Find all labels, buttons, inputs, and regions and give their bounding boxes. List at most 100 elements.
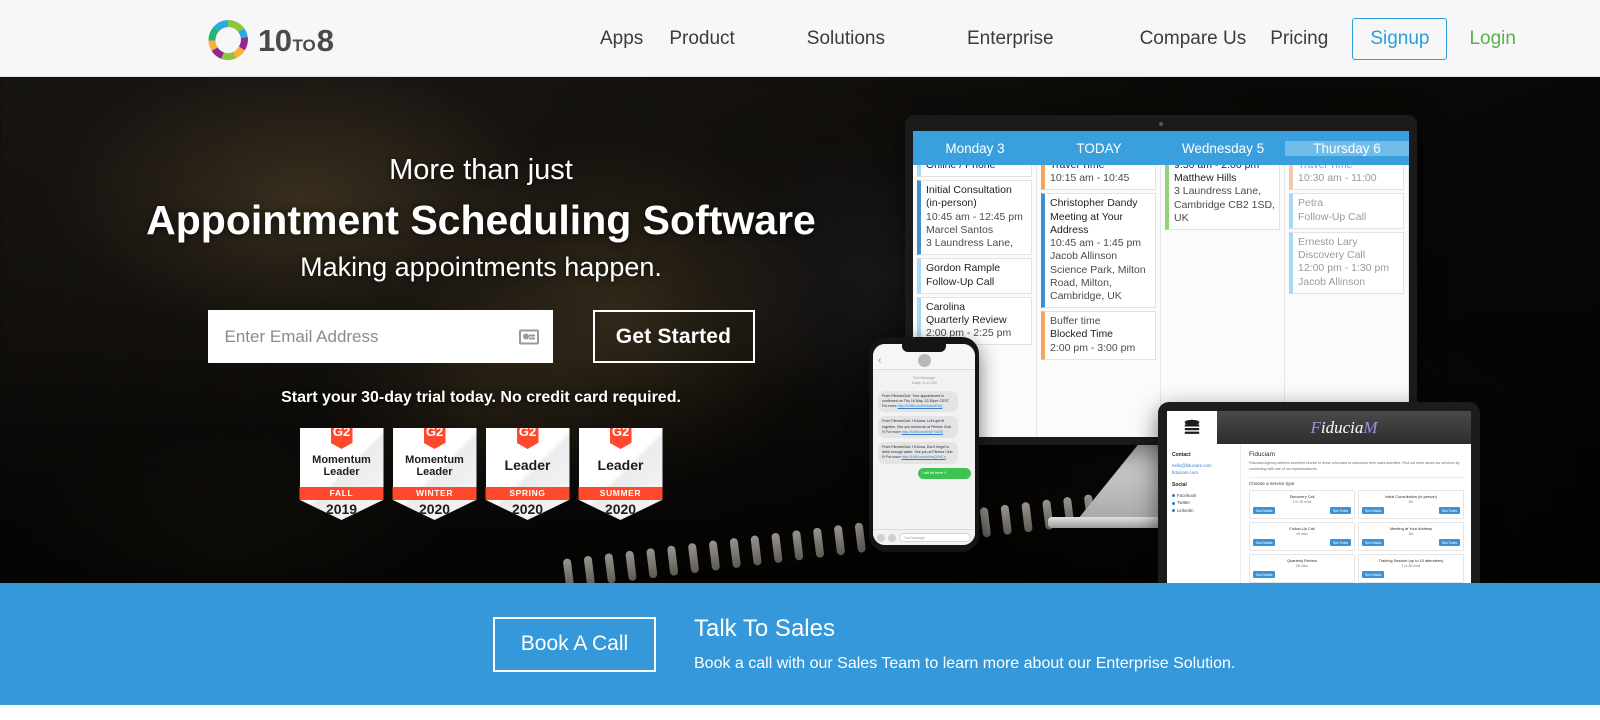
service-actions: See Details <box>1253 571 1351 579</box>
g2-logo-icon: G2 <box>609 428 632 450</box>
service-actions: See Details See Times <box>1362 539 1460 547</box>
sms-bubble-incoming: From FitnessClub: Hi Anna, Don't forget … <box>878 442 958 464</box>
event-title: Discovery Call <box>1298 249 1366 262</box>
calendar-event[interactable]: Ernesto Lary Discovery Call 12:00 pm - 1… <box>1289 231 1404 294</box>
g2-badge-row: G2 Momentum Leader FALL 2019 G2 Momentum… <box>0 428 962 521</box>
service-card[interactable]: Follow-Up Call 45 mins See Details See T… <box>1249 522 1355 552</box>
nav-item-apps[interactable]: Apps <box>600 28 643 50</box>
calendar-header-row: Monday 3 TODAY Wednesday 5 Thursday 6 <box>913 131 1409 165</box>
back-chevron-icon[interactable]: ‹ <box>878 356 881 366</box>
booking-page-header: FiduciaM <box>1167 411 1471 444</box>
badge-title: Leader <box>597 457 644 474</box>
page-bottom-strip <box>0 705 1600 720</box>
badge-season: SPRING <box>485 487 570 501</box>
phone-screen: ‹ Text Message Today 11:13 AM From Fitne… <box>873 344 975 545</box>
login-link[interactable]: Login <box>1469 28 1516 50</box>
service-card[interactable]: Meeting at Your Address 2hr See Details … <box>1358 522 1464 552</box>
sms-bubble-outgoing: I will be there !! <box>917 467 971 479</box>
hero-content: More than just Appointment Scheduling So… <box>0 77 962 521</box>
camera-icon[interactable] <box>877 533 885 542</box>
see-details-button[interactable]: See Details <box>1362 507 1385 515</box>
see-times-button[interactable]: See Times <box>1438 507 1460 515</box>
social-link-twitter[interactable]: Twitter <box>1172 499 1235 506</box>
calendar-event[interactable]: 9:30 am - 2:00 pm Matthew Hills 3 Laundr… <box>1165 165 1280 231</box>
service-card[interactable]: Initial Consultation (in-person) 2hr See… <box>1358 490 1464 520</box>
signup-button[interactable]: Signup <box>1352 17 1448 60</box>
contact-heading: Contact <box>1172 452 1191 458</box>
badge-year: 2020 <box>604 501 637 518</box>
g2-logo-icon: G2 <box>423 428 446 450</box>
see-details-button[interactable]: See Details <box>1362 539 1385 547</box>
nav-item-product[interactable]: Product <box>669 28 734 50</box>
logo-to: TO <box>292 35 316 55</box>
service-actions: See Details See Times <box>1253 507 1351 515</box>
sms-bubble-incoming: From FitnessClub: Hi Anna, Let's get fit… <box>878 416 958 438</box>
see-times-button[interactable]: See Times <box>1329 507 1351 515</box>
facebook-icon <box>1172 494 1175 498</box>
see-details-button[interactable]: See Details <box>1362 571 1385 579</box>
calendar-body: Online / Phone Initial Consultation (in-… <box>913 165 1409 437</box>
calendar-event[interactable]: Travel Time 10:15 am - 10:45 <box>1041 165 1156 191</box>
see-times-button[interactable]: See Times <box>1438 539 1460 547</box>
sms-timestamp: Text Message Today 11:13 AM <box>911 376 937 386</box>
cta-text-block: Talk To Sales Book a call with our Sales… <box>694 615 1235 673</box>
booking-sidebar: Contact hello@fiduciam.com fiduciam.com … <box>1167 444 1241 583</box>
brand-name: FiduciaM <box>1310 417 1378 437</box>
badge-year: 2020 <box>418 501 451 518</box>
calendar-column-header-today[interactable]: TODAY <box>1037 141 1161 156</box>
event-person: Ernesto Lary <box>1298 235 1358 248</box>
nav-item-enterprise[interactable]: Enterprise <box>967 28 1054 50</box>
mobile-phone-mockup: ‹ Text Message Today 11:13 AM From Fitne… <box>869 337 979 552</box>
main-navigation: Apps Product Solutions Enterprise Compar… <box>600 0 1516 77</box>
see-details-button[interactable]: See Details <box>1253 507 1276 515</box>
contact-email[interactable]: hello@fiduciam.com <box>1172 462 1235 469</box>
see-details-button[interactable]: See Details <box>1253 571 1276 579</box>
social-link-facebook[interactable]: Facebook <box>1172 492 1235 499</box>
logo[interactable]: 10 TO 8 <box>208 20 334 60</box>
contact-avatar <box>917 354 931 367</box>
company-logo-icon <box>1167 411 1217 444</box>
hero-subheadline: Making appointments happen. <box>300 252 662 283</box>
cta-subtitle: Book a call with our Sales Team to learn… <box>694 654 1236 672</box>
nav-item-solutions[interactable]: Solutions <box>807 28 885 50</box>
event-title: Travel Time <box>1298 165 1353 171</box>
calendar-column-header-thursday[interactable]: Thursday 6 <box>1285 140 1409 156</box>
event-time: 10:45 am - 1:45 pm <box>1050 237 1142 250</box>
nav-item-pricing[interactable]: Pricing <box>1270 28 1328 50</box>
calendar-column-thursday: Travel Time 10:30 am - 11:00 Petra Follo… <box>1285 165 1409 437</box>
contact-website[interactable]: fiduciam.com <box>1172 469 1235 476</box>
service-card[interactable]: Quarterly Review 55 mins See Details <box>1249 554 1355 583</box>
event-title: Blocked Time <box>1050 328 1114 341</box>
sms-link[interactable]: http://10t8.com/b/vkAcnRcQ <box>898 404 943 408</box>
g2-logo-icon: G2 <box>516 428 539 450</box>
social-link-linkedin[interactable]: LinkedIn <box>1172 507 1235 514</box>
see-details-button[interactable]: See Details <box>1253 539 1276 547</box>
sms-link[interactable]: http://10t8.com/b/hwQYbCh <box>902 455 946 459</box>
calendar-column-today: Travel Time 10:15 am - 10:45 Christopher… <box>1037 165 1161 437</box>
event-location: 3 Laundress Lane, Cambridge CB2 1SD, UK <box>1174 185 1275 224</box>
calendar-event[interactable]: Travel Time 10:30 am - 11:00 <box>1289 165 1404 191</box>
sms-link[interactable]: http://10t8.com/b/yFXx2Bj <box>902 430 943 434</box>
calendar-event[interactable]: Buffer time Blocked Time 2:00 pm - 3:00 … <box>1041 311 1156 360</box>
calendar-event[interactable]: Christopher Dandy Meeting at Your Addres… <box>1041 193 1156 309</box>
badge-title: Momentum Leader <box>312 454 371 479</box>
service-actions: See Details <box>1362 571 1460 579</box>
service-duration: 1 hr 30 mins <box>1401 564 1421 569</box>
calendar-column-header-wednesday[interactable]: Wednesday 5 <box>1161 141 1285 156</box>
nav-item-compare-us[interactable]: Compare Us <box>1140 28 1247 50</box>
booking-page-title: Fiduciam <box>1249 451 1275 458</box>
book-a-call-button[interactable]: Book A Call <box>493 616 656 672</box>
sms-input[interactable]: Text Message <box>899 533 971 542</box>
calendar-event[interactable]: Petra Follow-Up Call <box>1289 193 1404 229</box>
service-card[interactable]: Training Session (up to 10 attendees) 1 … <box>1358 554 1464 583</box>
service-duration: 2hr <box>1408 500 1414 505</box>
get-started-button[interactable]: Get Started <box>592 310 755 364</box>
email-input[interactable] <box>207 310 553 364</box>
apps-icon[interactable] <box>888 533 896 542</box>
see-times-button[interactable]: See Times <box>1329 539 1351 547</box>
tablet-mockup: FiduciaM Contact hello@fiduciam.com fidu… <box>1158 402 1480 583</box>
service-card[interactable]: Discovery Call 1 hr 30 mins See Details … <box>1249 490 1355 520</box>
logo-wordmark: 10 TO 8 <box>258 25 334 56</box>
event-time: 10:15 am - 10:45 <box>1050 172 1130 185</box>
event-title: Follow-Up Call <box>1298 210 1367 223</box>
